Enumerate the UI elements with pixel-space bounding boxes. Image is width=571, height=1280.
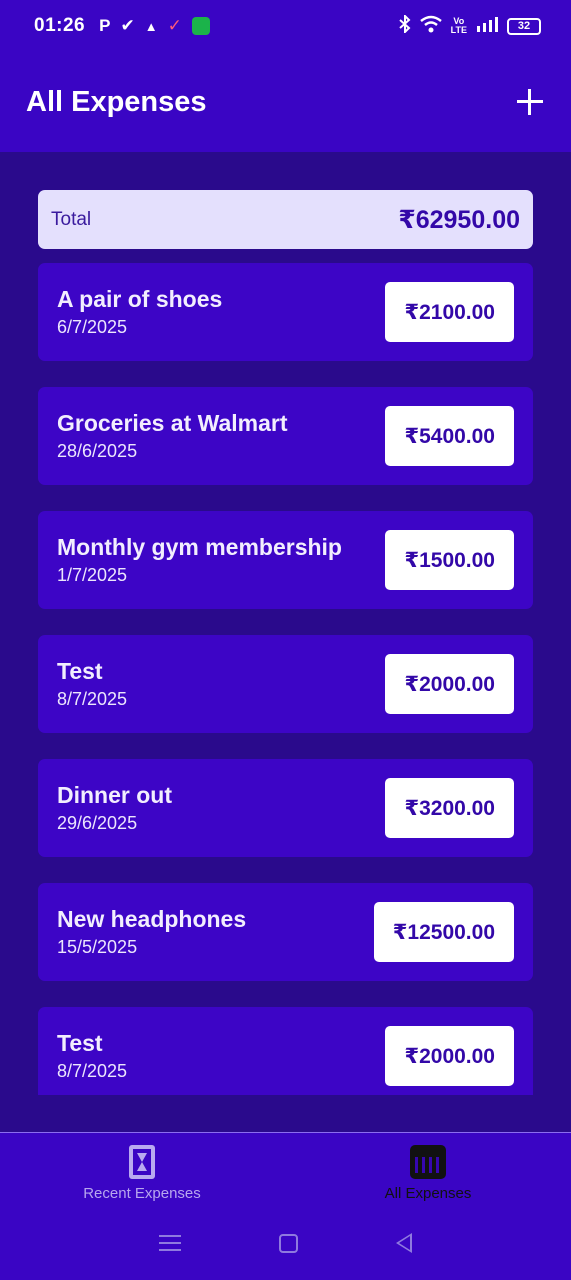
expense-item[interactable]: Groceries at Walmart 28/6/2025 ₹5400.00: [38, 387, 533, 485]
expense-amount: ₹2100.00: [385, 282, 514, 342]
volte-icon: Vo LTE: [450, 16, 467, 35]
status-bar: 01:26 P ✔ ▲ ✓ Vo LTE 32: [0, 0, 571, 52]
system-navigation-bar: [0, 1218, 571, 1268]
expense-amount: ₹5400.00: [385, 406, 514, 466]
expense-title: Groceries at Walmart: [57, 410, 288, 436]
expense-item[interactable]: New headphones 15/5/2025 ₹12500.00: [38, 883, 533, 981]
expense-title: Dinner out: [57, 782, 172, 808]
battery-icon: 32: [507, 17, 541, 35]
app-bar: All Expenses: [0, 52, 571, 152]
tab-recent-expenses[interactable]: Recent Expenses: [82, 1145, 202, 1202]
expense-date: 6/7/2025: [57, 317, 128, 337]
total-label: Total: [51, 208, 92, 230]
p-notification-icon: P: [99, 16, 111, 35]
expense-title: A pair of shoes: [57, 286, 223, 312]
check-notification-icon: ✔: [120, 16, 135, 35]
bluetooth-icon: [398, 13, 411, 37]
expense-title: Monthly gym membership: [57, 534, 342, 560]
status-time: 01:26: [34, 15, 86, 36]
expense-amount: ₹2000.00: [385, 1026, 514, 1086]
tab-recent-label: Recent Expenses: [83, 1185, 201, 1202]
triangle-notification-icon: ▲: [144, 18, 158, 34]
tab-all-expenses[interactable]: All Expenses: [368, 1145, 488, 1202]
total-value: ₹62950.00: [398, 205, 520, 234]
expense-date: 1/7/2025: [57, 565, 128, 585]
expense-list[interactable]: A pair of shoes 6/7/2025 ₹2100.00 Grocer…: [38, 263, 533, 1095]
expense-item[interactable]: Test 8/7/2025 ₹2000.00: [38, 1007, 533, 1095]
hourglass-icon: [129, 1145, 155, 1179]
expense-title: New headphones: [57, 906, 247, 932]
expense-title: Test: [57, 1030, 103, 1056]
back-icon[interactable]: [396, 1233, 412, 1253]
tab-all-label: All Expenses: [384, 1185, 472, 1202]
expense-date: 28/6/2025: [57, 441, 138, 461]
expense-amount: ₹12500.00: [373, 902, 514, 962]
page-title: All Expenses: [26, 85, 207, 118]
home-icon[interactable]: [279, 1233, 298, 1253]
expense-amount: ₹1500.00: [385, 530, 514, 590]
wifi-icon: [419, 15, 442, 37]
notification-icons: P ✔ ▲ ✓: [99, 16, 210, 36]
expense-date: 8/7/2025: [57, 1061, 128, 1081]
expense-title: Test: [57, 658, 103, 684]
shield-icon: [191, 17, 210, 35]
expense-item[interactable]: A pair of shoes 6/7/2025 ₹2100.00: [38, 263, 533, 361]
expense-amount: ₹3200.00: [385, 778, 514, 838]
expense-item[interactable]: Test 8/7/2025 ₹2000.00: [38, 635, 533, 733]
slash-notification-icon: ✓: [167, 16, 182, 35]
total-card: Total ₹62950.00: [38, 190, 533, 249]
expense-date: 8/7/2025: [57, 689, 128, 709]
add-expense-button[interactable]: [515, 87, 545, 117]
recent-apps-icon[interactable]: [159, 1235, 181, 1251]
calendar-icon: [410, 1145, 446, 1179]
expense-date: 15/5/2025: [57, 937, 138, 957]
expense-date: 29/6/2025: [57, 813, 138, 833]
signal-icon: [476, 16, 498, 36]
expense-item[interactable]: Monthly gym membership 1/7/2025 ₹1500.00: [38, 511, 533, 609]
expense-item[interactable]: Dinner out 29/6/2025 ₹3200.00: [38, 759, 533, 857]
system-icons: Vo LTE 32: [398, 13, 541, 37]
expense-amount: ₹2000.00: [385, 654, 514, 714]
